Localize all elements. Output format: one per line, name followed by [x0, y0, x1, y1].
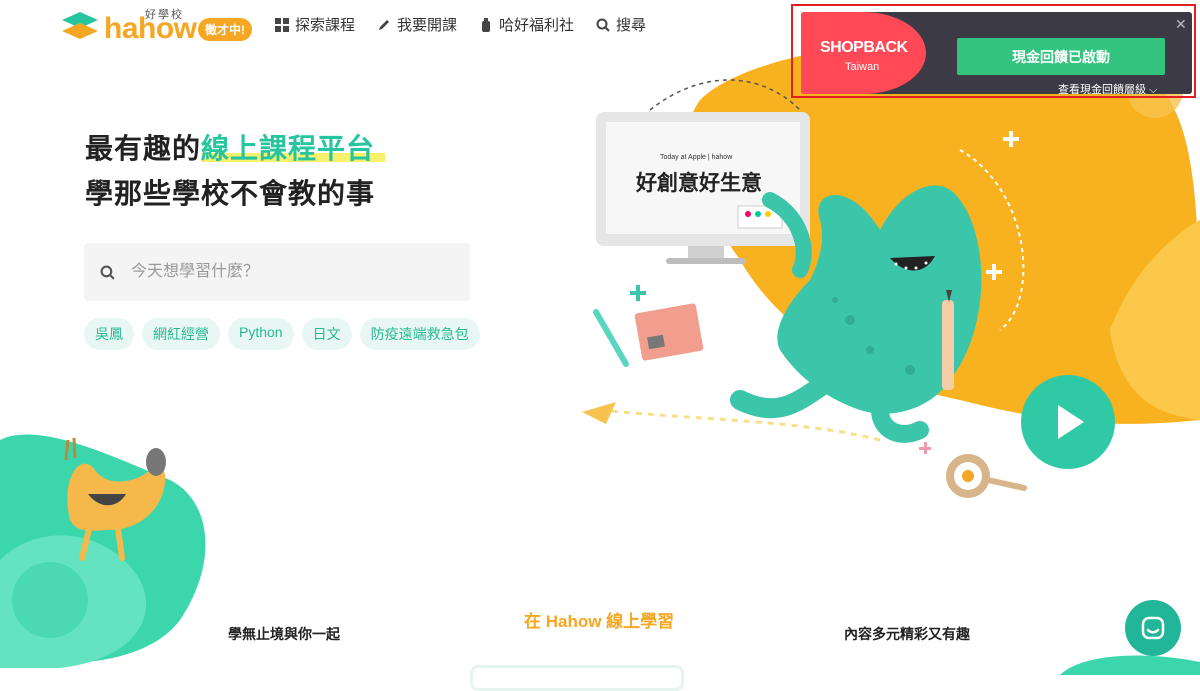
grid-icon [275, 17, 289, 32]
cashback-activated-button[interactable]: 現金回饋已啟動 [957, 38, 1165, 75]
chat-button[interactable] [1125, 600, 1181, 656]
popular-tags: 吳鳳 網紅經營 Python 日文 防疫遠端救急包 [84, 318, 480, 350]
hero-highlight: 線上課程平台 [201, 133, 376, 164]
hero-title-line1: 最有趣的線上課程平台 [85, 133, 376, 164]
tag-item[interactable]: 網紅經營 [142, 318, 220, 350]
feature-card [470, 665, 684, 691]
close-icon[interactable]: ✕ [1175, 16, 1187, 33]
nav-teach[interactable]: 我要開課 [377, 14, 457, 35]
nav-search[interactable]: 搜尋 [596, 14, 646, 35]
nav-explore-courses[interactable]: 探索課程 [275, 14, 355, 35]
shopback-country: Taiwan [845, 61, 880, 73]
nav-welfare[interactable]: 哈好福利社 [479, 14, 574, 35]
feature-left: 學無止境與你一起 [228, 626, 340, 642]
main-nav: 探索課程 我要開課 哈好福利社 搜尋 [275, 14, 646, 35]
screen-brand: Today at Apple | hahow [660, 154, 733, 161]
shopback-logo: SHOPBACK [820, 39, 908, 56]
shopback-popup: SHOPBACK Taiwan 現金回饋已啟動 查看現金回饋層級 ⌵ ✕ [791, 4, 1196, 98]
logo-text: hahow [104, 12, 197, 45]
hahow-logo[interactable]: 好學校 hahow 徵才中! [60, 8, 260, 45]
screen-title: 好創意好生意 [635, 171, 762, 195]
logo-icon [62, 12, 98, 39]
chevron-down-icon: ⌵ [1149, 84, 1158, 94]
search-icon [596, 18, 610, 32]
nav-label: 探索課程 [295, 17, 356, 34]
tag-item[interactable]: 吳鳳 [84, 318, 134, 350]
shopback-panel: SHOPBACK Taiwan 現金回饋已啟動 查看現金回饋層級 ⌵ ✕ [801, 12, 1192, 94]
cashback-tiers-link[interactable]: 查看現金回饋層級 ⌵ [1058, 81, 1157, 94]
course-search [84, 243, 470, 301]
nav-label: 搜尋 [616, 17, 647, 34]
pencil-icon [379, 19, 390, 30]
tag-item[interactable]: 日文 [301, 318, 352, 350]
nav-label: 我要開課 [397, 17, 458, 34]
feature-right: 內容多元精彩又有趣 [844, 626, 970, 642]
search-input[interactable] [129, 262, 453, 282]
hero-title-line2: 學那些學校不會教的事 [85, 178, 376, 209]
chat-icon [1141, 616, 1165, 640]
section-heading: 在 Hahow 線上學習 [524, 612, 675, 631]
hiring-badge[interactable]: 徵才中! [198, 18, 252, 41]
nav-label: 哈好福利社 [499, 17, 575, 34]
search-icon [100, 265, 115, 280]
tag-item[interactable]: Python [228, 318, 294, 350]
bottle-icon [482, 17, 491, 32]
tag-item[interactable]: 防疫遠端救急包 [359, 318, 480, 350]
